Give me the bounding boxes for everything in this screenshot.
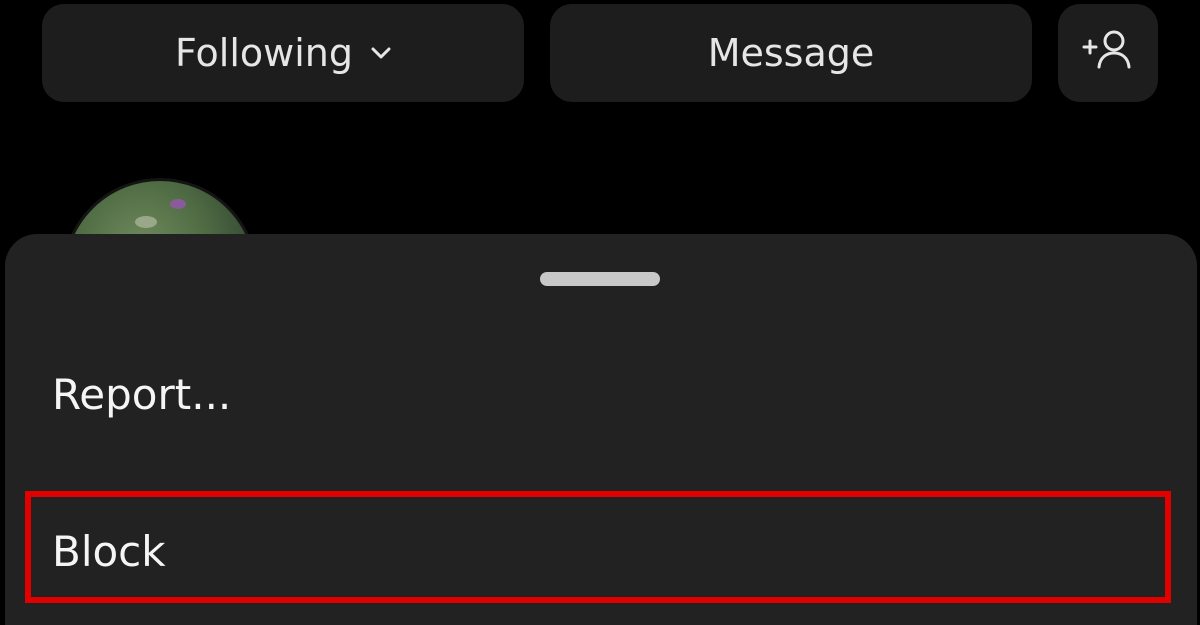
message-button[interactable]: Message (550, 4, 1032, 102)
drag-handle[interactable] (540, 272, 660, 286)
message-label: Message (707, 31, 875, 75)
chevron-down-icon (371, 47, 391, 59)
profile-screen: Following Message Report... Block (0, 0, 1200, 625)
following-label: Following (175, 31, 353, 75)
block-highlight-outline (25, 491, 1171, 603)
following-button[interactable]: Following (42, 4, 524, 102)
add-person-button[interactable] (1058, 4, 1158, 102)
report-menu-item[interactable]: Report... (52, 370, 231, 419)
add-person-icon (1080, 27, 1136, 80)
block-menu-item[interactable]: Block (52, 527, 166, 576)
